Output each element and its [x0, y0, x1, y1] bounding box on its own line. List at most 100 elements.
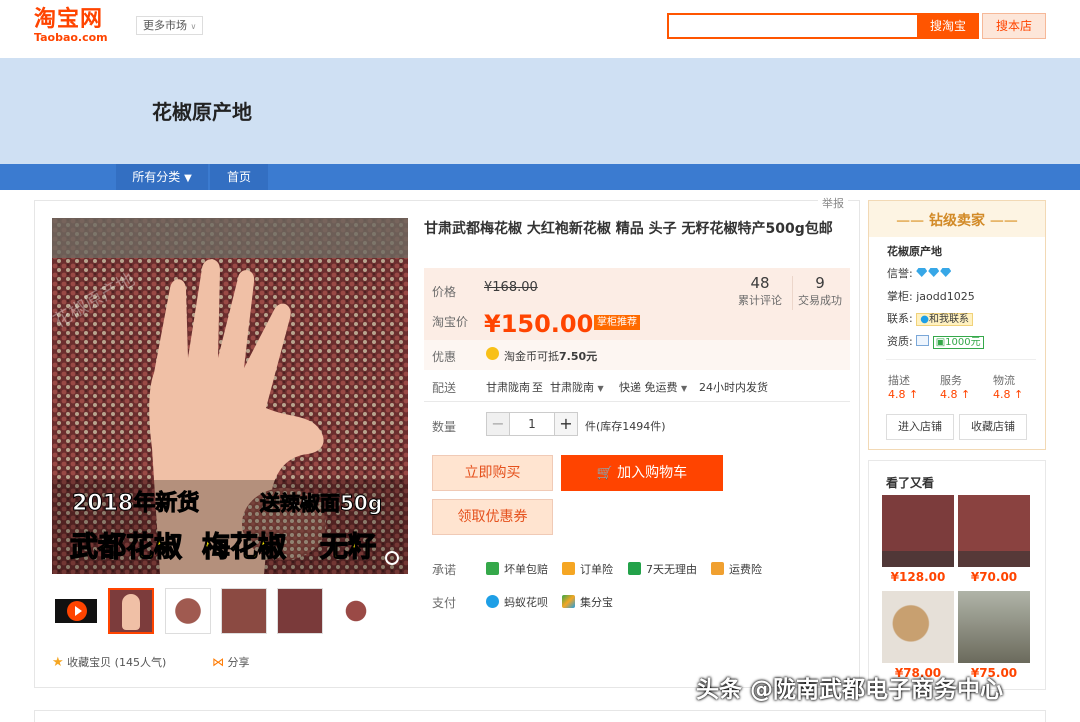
- ship-to-dropdown[interactable]: 甘肃陇南 ▼: [550, 379, 604, 395]
- payment-huabei[interactable]: 蚂蚁花呗: [486, 594, 548, 610]
- score-value: 4.8: [993, 388, 1011, 401]
- search-input[interactable]: [667, 13, 919, 39]
- also-viewed-item-4[interactable]: [958, 591, 1030, 663]
- buy-now-button[interactable]: 立即购买: [432, 455, 553, 491]
- order-insurance-icon: [562, 562, 575, 575]
- taobao-logo[interactable]: 淘宝网 Taobao.com: [34, 8, 118, 44]
- video-play-icon: [55, 599, 97, 623]
- logo-text-en: Taobao.com: [34, 31, 108, 44]
- pepper-hand-photo: 2018年新货 送辣椒面50g 武都花椒 梅花椒 无籽 花椒原产地: [52, 218, 408, 574]
- reviews-count: 48: [750, 274, 770, 292]
- thumbnail-4[interactable]: [277, 588, 323, 634]
- seller-owner: 掌柜: jaodd1025: [887, 288, 975, 304]
- divider: [886, 359, 1036, 360]
- promise-item-2[interactable]: 订单险: [562, 561, 613, 577]
- search-shop-button[interactable]: 搜本店: [982, 13, 1046, 39]
- promo-label: 优惠: [432, 350, 457, 364]
- bottom-tabs-bar: [34, 710, 1046, 722]
- score-label: 描述: [888, 374, 910, 387]
- chat-icon: ●: [920, 314, 929, 325]
- more-market-dropdown[interactable]: 更多市场 ∨: [136, 16, 204, 35]
- share-label: 分享: [227, 656, 250, 669]
- deals-label: 交易成功: [798, 294, 842, 307]
- ship-time: 24小时内发货: [699, 381, 768, 394]
- favorite-shop-button[interactable]: 收藏店铺: [959, 414, 1027, 440]
- taobao-price: ¥150.00: [484, 310, 594, 338]
- recommend-badge: 掌柜推荐: [594, 315, 640, 330]
- owner-name: jaodd1025: [916, 290, 975, 303]
- coin-icon: [486, 347, 499, 360]
- reviews-label: 累计评论: [738, 294, 782, 307]
- stock-text: 件(库存1494件): [585, 420, 666, 433]
- promise-item-3[interactable]: 7天无理由: [628, 561, 697, 577]
- contact-label: 联系:: [887, 312, 913, 325]
- original-price: ¥168.00: [484, 280, 538, 295]
- reviews-stat[interactable]: 48 累计评论: [728, 274, 792, 308]
- seller-qualification: 资质: ▣1000元: [887, 333, 984, 349]
- thumbnail-1[interactable]: [108, 588, 154, 634]
- deals-stat: 9 交易成功: [794, 274, 846, 308]
- quantity-input[interactable]: 1: [510, 412, 554, 436]
- promise-text: 坏单包赔: [504, 563, 548, 576]
- star-icon: ★: [52, 655, 64, 670]
- overlay-text-origin: 武都花椒: [70, 530, 182, 563]
- report-link[interactable]: 举报: [818, 195, 848, 211]
- contact-button[interactable]: ●和我联系: [916, 313, 973, 326]
- shop-title[interactable]: 花椒原产地: [152, 96, 252, 125]
- seller-shop-name[interactable]: 花椒原产地: [887, 243, 942, 259]
- product-main-image[interactable]: 2018年新货 送辣椒面50g 武都花椒 梅花椒 无籽 花椒原产地: [52, 218, 408, 574]
- get-coupon-button[interactable]: 领取优惠券: [432, 499, 553, 535]
- score-label: 物流: [993, 374, 1015, 387]
- promise-text: 7天无理由: [646, 563, 697, 576]
- owner-label: 掌柜:: [887, 290, 913, 303]
- quantity-increase-button[interactable]: +: [554, 412, 578, 436]
- also-viewed-price-1[interactable]: ¥128.00: [882, 570, 954, 584]
- jifenbao-icon: [562, 595, 575, 608]
- nav-home[interactable]: 首页: [210, 164, 268, 190]
- also-viewed-price-2[interactable]: ¥70.00: [958, 570, 1030, 584]
- overlay-text-seedless: 无籽: [320, 530, 376, 563]
- deals-count: 9: [815, 274, 825, 292]
- toutiao-watermark: 头条 @陇南武都电子商务中心: [696, 677, 1004, 703]
- ship-to-word: 至: [532, 381, 543, 394]
- seller-rank: —— 钻级卖家 ——: [896, 213, 1018, 229]
- also-viewed-item-2[interactable]: [958, 495, 1030, 567]
- quantity-label: 数量: [432, 420, 457, 434]
- enter-shop-button[interactable]: 进入店铺: [886, 414, 954, 440]
- share-button[interactable]: ⋈ 分享: [212, 654, 250, 670]
- ship-method-dropdown[interactable]: 快递 免运费 ▼: [619, 379, 687, 395]
- score-service: 服务 4.8 ↑: [940, 372, 970, 401]
- favorite-item-button[interactable]: ★ 收藏宝贝 (145人气): [52, 654, 166, 670]
- divider: [424, 401, 850, 402]
- also-viewed-item-1[interactable]: [882, 495, 954, 567]
- thumbnail-video[interactable]: [52, 588, 98, 634]
- quantity-decrease-button[interactable]: −: [486, 412, 510, 436]
- also-viewed-item-3[interactable]: [882, 591, 954, 663]
- nav-all-categories[interactable]: 所有分类 ▼: [116, 164, 208, 190]
- seller-credit: 信誉:: [887, 265, 952, 281]
- promise-item-4[interactable]: 运费险: [711, 561, 762, 577]
- deposit-badge[interactable]: ▣1000元: [932, 336, 984, 349]
- score-logistics: 物流 4.8 ↑: [993, 372, 1023, 401]
- taobao-price-label: 淘宝价: [432, 315, 469, 329]
- thumbnail-3[interactable]: [221, 588, 267, 634]
- triangle-down-icon: ▼: [184, 173, 192, 184]
- product-title: 甘肃武都梅花椒 大红袍新花椒 精品 头子 无籽花椒特产500g包邮: [424, 221, 833, 237]
- score-label: 服务: [940, 374, 962, 387]
- stat-divider: [792, 276, 793, 310]
- diamond-icon: [928, 268, 940, 277]
- logo-text-cn: 淘宝网: [34, 7, 104, 32]
- nav-all-label: 所有分类: [132, 170, 181, 184]
- thumbnail-5[interactable]: [333, 588, 379, 634]
- caret-down-icon: ▼: [681, 384, 688, 393]
- search-taobao-button[interactable]: 搜淘宝: [917, 13, 979, 39]
- ship-from: 甘肃陇南: [486, 381, 530, 394]
- more-market-label: 更多市场: [143, 19, 187, 32]
- promise-item-1[interactable]: 坏单包赔: [486, 561, 548, 577]
- payment-jifenbao[interactable]: 集分宝: [562, 594, 613, 610]
- arrow-up-icon: ↑: [1014, 388, 1024, 401]
- overlay-text-gift: 送辣椒面50g: [260, 491, 382, 515]
- contact-button-label: 和我联系: [928, 314, 969, 325]
- thumbnail-2[interactable]: [165, 588, 211, 634]
- add-to-cart-button[interactable]: 🛒 加入购物车: [561, 455, 723, 491]
